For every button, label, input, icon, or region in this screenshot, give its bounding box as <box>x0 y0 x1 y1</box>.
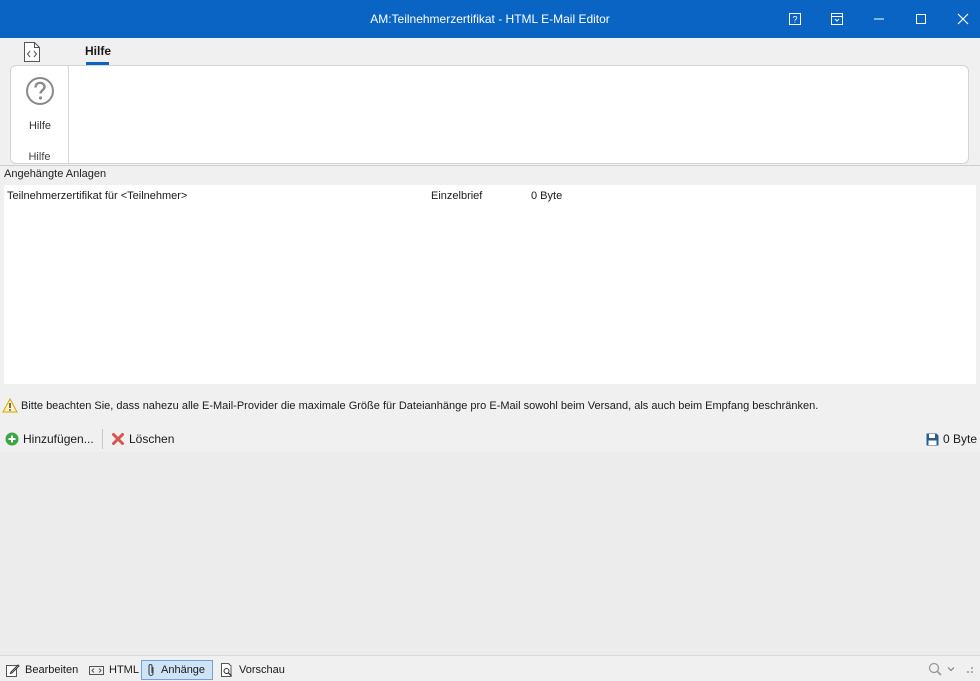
empty-content-area <box>0 452 980 655</box>
tab-anhaenge[interactable]: Anhänge <box>141 660 213 680</box>
tab-hilfe[interactable]: Hilfe <box>85 44 111 58</box>
list-item[interactable]: Teilnehmerzertifikat für <Teilnehmer> Ei… <box>4 189 976 205</box>
warning-icon <box>2 398 18 413</box>
chevron-down-icon <box>947 667 955 672</box>
close-button[interactable] <box>942 0 980 38</box>
tab-html[interactable]: HTML <box>85 660 143 680</box>
edit-icon <box>6 664 20 677</box>
size-notice: Bitte beachten Sie, dass nahezu alle E-M… <box>0 396 980 416</box>
title-bar: AM:Teilnehmerzertifikat - HTML E-Mail Ed… <box>0 0 980 38</box>
view-switcher-bar: Bearbeiten HTML Anhänge Vorschau <box>0 655 980 681</box>
add-attachment-button[interactable]: Hinzufügen... <box>5 428 94 450</box>
zoom-search-icon <box>928 662 942 676</box>
file-menu-button[interactable] <box>20 40 44 64</box>
close-icon <box>957 13 969 25</box>
notice-text: Bitte beachten Sie, dass nahezu alle E-M… <box>21 400 819 412</box>
tab-anhaenge-label: Anhänge <box>161 664 206 676</box>
total-size-value: 0 Byte <box>943 432 978 446</box>
attachments-list[interactable]: Teilnehmerzertifikat für <Teilnehmer> Ei… <box>4 185 976 384</box>
tab-vorschau[interactable]: Vorschau <box>216 660 289 680</box>
add-attachment-label: Hinzufügen... <box>23 432 94 446</box>
minimize-icon <box>874 18 884 20</box>
help-box-icon: ? <box>789 13 801 25</box>
resize-grip-icon[interactable] <box>964 664 974 674</box>
hilfe-button-label: Hilfe <box>28 120 51 132</box>
toolbar-divider <box>102 429 103 449</box>
hilfe-button[interactable]: Hilfe <box>15 70 65 132</box>
maximize-button[interactable] <box>900 0 942 38</box>
ribbon-group-hilfe: Hilfe Hilfe <box>11 66 69 163</box>
attachments-toolbar: Hinzufügen... Löschen 0 Byte <box>0 428 980 450</box>
attachment-size: 0 Byte <box>531 190 563 202</box>
tab-html-label: HTML <box>109 664 139 676</box>
delete-x-icon <box>112 433 124 445</box>
minimize-button[interactable] <box>858 0 900 38</box>
tab-bearbeiten[interactable]: Bearbeiten <box>2 660 82 680</box>
maximize-icon <box>916 14 926 24</box>
layout-icon <box>831 13 843 25</box>
help-circle-icon <box>26 77 54 105</box>
tab-bearbeiten-label: Bearbeiten <box>25 664 79 676</box>
total-size-indicator: 0 Byte <box>926 428 977 450</box>
delete-attachment-button[interactable]: Löschen <box>111 428 174 450</box>
attachments-section-title: Angehängte Anlagen <box>4 168 107 180</box>
ribbon-tabs: Hilfe <box>0 38 980 66</box>
add-circle-icon <box>5 432 19 446</box>
svg-text:?: ? <box>792 15 797 25</box>
save-disk-icon <box>926 433 939 445</box>
tab-vorschau-label: Vorschau <box>239 664 285 676</box>
help-window-button[interactable]: ? <box>774 0 816 38</box>
ribbon-panel: Hilfe Hilfe <box>10 65 969 164</box>
restore-layout-button[interactable] <box>816 0 858 38</box>
divider <box>0 165 980 166</box>
html-code-icon <box>89 666 104 675</box>
attachment-name: Teilnehmerzertifikat für <Teilnehmer> <box>7 190 188 202</box>
delete-attachment-label: Löschen <box>129 432 175 446</box>
preview-icon <box>221 663 232 677</box>
zoom-control[interactable] <box>928 662 974 676</box>
paperclip-icon <box>148 664 154 677</box>
code-file-icon <box>24 42 40 62</box>
attachment-type: Einzelbrief <box>431 190 483 202</box>
ribbon-group-label: Hilfe <box>28 151 51 163</box>
